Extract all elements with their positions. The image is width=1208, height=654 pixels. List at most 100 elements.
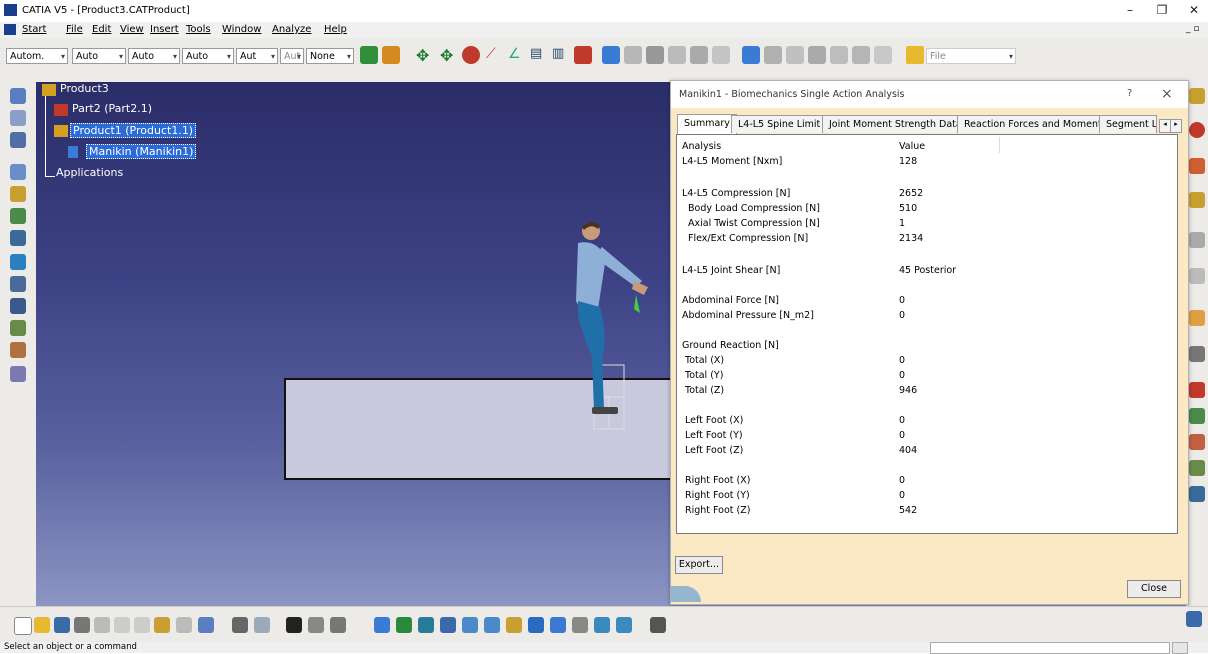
zoom-out-icon[interactable] <box>484 617 500 633</box>
hide-show-icon[interactable] <box>572 617 588 633</box>
menu-analyze[interactable]: Analyze <box>272 24 311 35</box>
tool-icon-5[interactable] <box>10 186 26 202</box>
chart-icon[interactable]: ▤ <box>530 46 548 64</box>
tool-icon-6[interactable] <box>10 208 26 224</box>
cut-icon[interactable] <box>94 617 110 633</box>
menu-tools[interactable]: Tools <box>186 24 211 35</box>
open-icon[interactable] <box>34 617 50 633</box>
grey-tool-icon-11[interactable] <box>874 46 892 64</box>
right-tool-2[interactable] <box>1189 122 1205 138</box>
grey-tool-icon-4[interactable] <box>690 46 708 64</box>
normal-view-icon[interactable] <box>506 617 522 633</box>
right-tool-13[interactable] <box>1189 486 1205 502</box>
tool-icon-11[interactable] <box>10 320 26 336</box>
render-icon[interactable] <box>550 617 566 633</box>
tree-product1[interactable]: Product1 (Product1.1) <box>70 123 197 138</box>
redo-icon[interactable] <box>176 617 192 633</box>
brush-icon[interactable] <box>382 46 400 64</box>
close-button[interactable]: Close <box>1127 580 1181 598</box>
bars-icon[interactable]: ▥ <box>552 46 570 64</box>
rotate-view-icon[interactable] <box>440 617 456 633</box>
render-style-combo[interactable]: Autom. ▾ <box>6 48 68 64</box>
command-button[interactable] <box>1172 642 1188 654</box>
angle-icon[interactable]: ∠ <box>508 46 526 64</box>
combo-auto-3[interactable]: Auto ▾ <box>182 48 234 64</box>
paint-icon[interactable] <box>360 46 378 64</box>
right-tool-5[interactable] <box>1189 232 1205 248</box>
tab-l4-l5-spine-limit[interactable]: L4-L5 Spine Limit <box>731 115 828 133</box>
tool-icon-12[interactable] <box>10 342 26 358</box>
tool-icon-3[interactable] <box>10 132 26 148</box>
new-icon[interactable] <box>14 617 32 635</box>
tree-applications[interactable]: Applications <box>56 166 123 179</box>
right-tool-3[interactable] <box>1189 158 1205 174</box>
tree-manikin[interactable]: Manikin (Manikin1) <box>86 144 197 159</box>
mdi-controls[interactable]: _ ▫ <box>1186 24 1199 34</box>
command-input[interactable] <box>930 642 1170 654</box>
tool-icon-9[interactable] <box>10 276 26 292</box>
print-icon[interactable] <box>74 617 90 633</box>
tab-joint-moment-strength[interactable]: Joint Moment Strength Data <box>822 115 969 133</box>
swap-icon[interactable] <box>594 617 610 633</box>
insert-icon[interactable] <box>602 46 620 64</box>
tab-scroll-right-button[interactable]: ▸ <box>1170 119 1182 133</box>
manikin-figure[interactable] <box>536 217 666 457</box>
close-window-button[interactable]: ✕ <box>1182 3 1206 19</box>
copy-icon[interactable] <box>114 617 130 633</box>
right-tool-11[interactable] <box>1189 434 1205 450</box>
reach-icon[interactable] <box>574 46 592 64</box>
tool-icon-8[interactable] <box>10 254 26 270</box>
tab-segment[interactable]: Segment L <box>1099 115 1157 133</box>
paste-icon[interactable] <box>134 617 150 633</box>
menu-edit[interactable]: Edit <box>92 24 111 35</box>
manikin-posture-icon[interactable] <box>462 46 480 64</box>
menu-window[interactable]: Window <box>222 24 261 35</box>
combo-none[interactable]: None ▾ <box>306 48 354 64</box>
fly-icon[interactable] <box>374 617 390 633</box>
combo-auto-5[interactable]: Aut ▾ <box>280 48 304 64</box>
zoom-in-icon[interactable] <box>462 617 478 633</box>
grey-tool-icon-3[interactable] <box>668 46 686 64</box>
menu-file[interactable]: File <box>66 24 83 35</box>
whats-this-icon[interactable] <box>198 617 214 633</box>
ik-icon[interactable]: ⟋ <box>486 46 504 64</box>
grid-icon[interactable] <box>616 617 632 633</box>
open-folder-icon[interactable] <box>906 46 924 64</box>
right-tool-4[interactable] <box>1189 192 1205 208</box>
pan-icon[interactable]: ✥ <box>416 46 434 65</box>
menu-help[interactable]: Help <box>324 24 347 35</box>
export-button[interactable]: Export... <box>675 556 723 574</box>
table-icon[interactable] <box>286 617 302 633</box>
grey-tool-icon-6[interactable] <box>764 46 782 64</box>
right-tool-12[interactable] <box>1189 460 1205 476</box>
tree-root[interactable]: Product3 <box>60 82 109 95</box>
rotate-icon[interactable]: ✥ <box>440 46 458 65</box>
tool-icon-10[interactable] <box>10 298 26 314</box>
fit-all-icon[interactable] <box>396 617 412 633</box>
menu-start[interactable]: Start <box>22 24 46 35</box>
comment-icon[interactable] <box>254 617 270 633</box>
pan-view-icon[interactable] <box>418 617 434 633</box>
menu-view[interactable]: View <box>120 24 144 35</box>
dialog-help-button[interactable]: ? <box>1127 88 1132 99</box>
combo-auto-1[interactable]: Auto ▾ <box>72 48 126 64</box>
catalog-icon[interactable] <box>742 46 760 64</box>
views-icon[interactable] <box>528 617 544 633</box>
right-tool-7[interactable] <box>1189 310 1205 326</box>
tool-icon-2[interactable] <box>10 110 26 126</box>
combo-auto-2[interactable]: Auto ▾ <box>128 48 180 64</box>
tab-summary[interactable]: Summary <box>677 114 737 134</box>
right-tool-10[interactable] <box>1189 408 1205 424</box>
scene-icon[interactable] <box>330 617 346 633</box>
restore-button[interactable]: ❐ <box>1150 3 1174 19</box>
formula-icon[interactable] <box>232 617 248 633</box>
grey-tool-icon-9[interactable] <box>830 46 848 64</box>
tool-icon-7[interactable] <box>10 230 26 246</box>
combo-auto-4[interactable]: Aut ▾ <box>236 48 278 64</box>
grey-tool-icon-5[interactable] <box>712 46 730 64</box>
right-tool-1[interactable] <box>1189 88 1205 104</box>
tree-tool-icon[interactable] <box>308 617 324 633</box>
right-tool-9[interactable] <box>1189 382 1205 398</box>
robot-icon[interactable] <box>650 617 666 633</box>
grey-tool-icon-8[interactable] <box>808 46 826 64</box>
